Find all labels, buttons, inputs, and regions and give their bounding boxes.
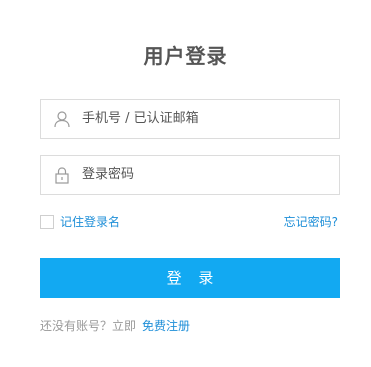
user-icon bbox=[53, 110, 71, 128]
password-placeholder: 登录密码 bbox=[82, 167, 135, 182]
register-link[interactable]: 免费注册 bbox=[142, 319, 190, 333]
login-button[interactable]: 登 录 bbox=[40, 258, 340, 298]
register-prompt-text: 还没有账号？立即 bbox=[40, 319, 137, 333]
username-field[interactable]: 手机号 / 已认证邮箱 bbox=[40, 99, 340, 139]
remember-label[interactable]: 记住登录名 bbox=[60, 213, 120, 231]
page-title: 用户登录 bbox=[143, 44, 228, 68]
remember-checkbox[interactable] bbox=[40, 215, 54, 229]
forgot-password-link[interactable]: 忘记密码? bbox=[284, 213, 338, 231]
username-placeholder: 手机号 / 已认证邮箱 bbox=[82, 111, 199, 126]
lock-icon bbox=[53, 166, 71, 184]
password-field[interactable]: 登录密码 bbox=[40, 155, 340, 195]
remember-me: 记住登录名 bbox=[40, 213, 120, 231]
register-prompt: 还没有账号？立即 免费注册 bbox=[40, 318, 190, 334]
